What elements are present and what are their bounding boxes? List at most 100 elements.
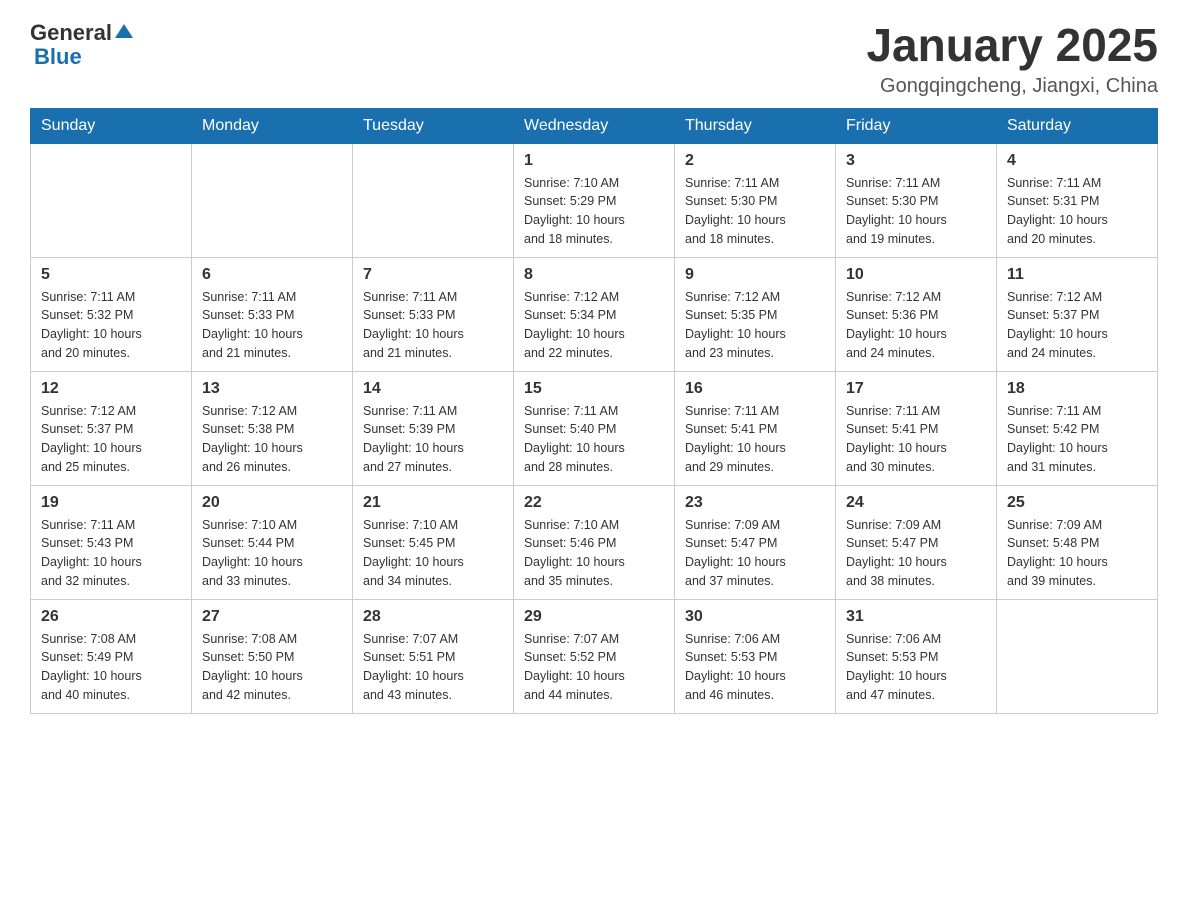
calendar-table: SundayMondayTuesdayWednesdayThursdayFrid… bbox=[30, 108, 1158, 714]
cell-info-text: Sunrise: 7:12 AM Sunset: 5:37 PM Dayligh… bbox=[41, 402, 181, 477]
calendar-cell bbox=[31, 143, 192, 257]
week-row-3: 12 Sunrise: 7:12 AM Sunset: 5:37 PM Dayli… bbox=[31, 371, 1158, 485]
cell-info-text: Sunrise: 7:11 AM Sunset: 5:43 PM Dayligh… bbox=[41, 516, 181, 591]
calendar-cell: 16Sunrise: 7:11 AM Sunset: 5:41 PM Dayli… bbox=[675, 371, 836, 485]
cell-date-number: 5 bbox=[41, 266, 181, 284]
cell-info-text: Sunrise: 7:11 AM Sunset: 5:31 PM Dayligh… bbox=[1007, 174, 1147, 249]
cell-info-text: Sunrise: 7:12 AM Sunset: 5:35 PM Dayligh… bbox=[685, 288, 825, 363]
calendar-cell: 17Sunrise: 7:11 AM Sunset: 5:41 PM Dayli… bbox=[836, 371, 997, 485]
logo: General Blue bbox=[30, 20, 133, 70]
cell-date-number: 30 bbox=[685, 608, 825, 626]
page-title: January 2025 bbox=[866, 20, 1158, 71]
day-header-saturday: Saturday bbox=[997, 108, 1158, 143]
cell-date-number: 29 bbox=[524, 608, 664, 626]
cell-info-text: Sunrise: 7:11 AM Sunset: 5:30 PM Dayligh… bbox=[846, 174, 986, 249]
logo-triangle-icon bbox=[115, 24, 133, 38]
calendar-cell: 27Sunrise: 7:08 AM Sunset: 5:50 PM Dayli… bbox=[192, 599, 353, 713]
calendar-cell: 24 Sunrise: 7:09 AM Sunset: 5:47 PM Dayli… bbox=[836, 485, 997, 599]
calendar-cell: 9Sunrise: 7:12 AM Sunset: 5:35 PM Daylig… bbox=[675, 257, 836, 371]
cell-date-number: 11 bbox=[1007, 266, 1147, 284]
cell-info-text: Sunrise: 7:06 AM Sunset: 5:53 PM Dayligh… bbox=[846, 630, 986, 705]
calendar-cell: 19 Sunrise: 7:11 AM Sunset: 5:43 PM Dayli… bbox=[31, 485, 192, 599]
calendar-cell: 18 Sunrise: 7:11 AM Sunset: 5:42 PM Dayli… bbox=[997, 371, 1158, 485]
cell-info-text: Sunrise: 7:11 AM Sunset: 5:42 PM Dayligh… bbox=[1007, 402, 1147, 477]
cell-date-number: 3 bbox=[846, 152, 986, 170]
cell-date-number: 18 bbox=[1007, 380, 1147, 398]
calendar-cell: 25Sunrise: 7:09 AM Sunset: 5:48 PM Dayli… bbox=[997, 485, 1158, 599]
calendar-cell: 8Sunrise: 7:12 AM Sunset: 5:34 PM Daylig… bbox=[514, 257, 675, 371]
calendar-cell: 12 Sunrise: 7:12 AM Sunset: 5:37 PM Dayli… bbox=[31, 371, 192, 485]
page-subtitle: Gongqingcheng, Jiangxi, China bbox=[866, 75, 1158, 98]
calendar-cell: 28 Sunrise: 7:07 AM Sunset: 5:51 PM Dayli… bbox=[353, 599, 514, 713]
cell-date-number: 20 bbox=[202, 494, 342, 512]
cell-date-number: 27 bbox=[202, 608, 342, 626]
cell-date-number: 31 bbox=[846, 608, 986, 626]
cell-info-text: Sunrise: 7:11 AM Sunset: 5:39 PM Dayligh… bbox=[363, 402, 503, 477]
cell-info-text: Sunrise: 7:06 AM Sunset: 5:53 PM Dayligh… bbox=[685, 630, 825, 705]
cell-date-number: 10 bbox=[846, 266, 986, 284]
cell-info-text: Sunrise: 7:10 AM Sunset: 5:29 PM Dayligh… bbox=[524, 174, 664, 249]
cell-info-text: Sunrise: 7:09 AM Sunset: 5:47 PM Dayligh… bbox=[685, 516, 825, 591]
cell-date-number: 1 bbox=[524, 152, 664, 170]
calendar-cell: 22 Sunrise: 7:10 AM Sunset: 5:46 PM Dayli… bbox=[514, 485, 675, 599]
page-header: General Blue January 2025 Gongqingcheng,… bbox=[30, 20, 1158, 98]
cell-date-number: 2 bbox=[685, 152, 825, 170]
calendar-cell: 15Sunrise: 7:11 AM Sunset: 5:40 PM Dayli… bbox=[514, 371, 675, 485]
week-row-4: 19 Sunrise: 7:11 AM Sunset: 5:43 PM Dayli… bbox=[31, 485, 1158, 599]
cell-date-number: 22 bbox=[524, 494, 664, 512]
calendar-cell: 26Sunrise: 7:08 AM Sunset: 5:49 PM Dayli… bbox=[31, 599, 192, 713]
calendar-cell: 2Sunrise: 7:11 AM Sunset: 5:30 PM Daylig… bbox=[675, 143, 836, 257]
calendar-cell bbox=[192, 143, 353, 257]
calendar-cell: 13Sunrise: 7:12 AM Sunset: 5:38 PM Dayli… bbox=[192, 371, 353, 485]
cell-date-number: 23 bbox=[685, 494, 825, 512]
calendar-cell: 6 Sunrise: 7:11 AM Sunset: 5:33 PM Daylig… bbox=[192, 257, 353, 371]
day-header-friday: Friday bbox=[836, 108, 997, 143]
cell-info-text: Sunrise: 7:11 AM Sunset: 5:41 PM Dayligh… bbox=[846, 402, 986, 477]
calendar-cell: 7Sunrise: 7:11 AM Sunset: 5:33 PM Daylig… bbox=[353, 257, 514, 371]
cell-info-text: Sunrise: 7:07 AM Sunset: 5:51 PM Dayligh… bbox=[363, 630, 503, 705]
calendar-cell bbox=[353, 143, 514, 257]
day-header-monday: Monday bbox=[192, 108, 353, 143]
cell-info-text: Sunrise: 7:11 AM Sunset: 5:41 PM Dayligh… bbox=[685, 402, 825, 477]
calendar-cell: 31 Sunrise: 7:06 AM Sunset: 5:53 PM Dayli… bbox=[836, 599, 997, 713]
cell-date-number: 15 bbox=[524, 380, 664, 398]
cell-info-text: Sunrise: 7:10 AM Sunset: 5:44 PM Dayligh… bbox=[202, 516, 342, 591]
day-header-sunday: Sunday bbox=[31, 108, 192, 143]
week-row-2: 5Sunrise: 7:11 AM Sunset: 5:32 PM Daylig… bbox=[31, 257, 1158, 371]
week-row-5: 26Sunrise: 7:08 AM Sunset: 5:49 PM Dayli… bbox=[31, 599, 1158, 713]
cell-info-text: Sunrise: 7:11 AM Sunset: 5:33 PM Dayligh… bbox=[202, 288, 342, 363]
calendar-cell: 23 Sunrise: 7:09 AM Sunset: 5:47 PM Dayli… bbox=[675, 485, 836, 599]
calendar-cell: 5Sunrise: 7:11 AM Sunset: 5:32 PM Daylig… bbox=[31, 257, 192, 371]
logo-general-text: General bbox=[30, 20, 112, 46]
cell-date-number: 21 bbox=[363, 494, 503, 512]
week-row-1: 1 Sunrise: 7:10 AM Sunset: 5:29 PM Daylig… bbox=[31, 143, 1158, 257]
cell-info-text: Sunrise: 7:12 AM Sunset: 5:36 PM Dayligh… bbox=[846, 288, 986, 363]
cell-info-text: Sunrise: 7:10 AM Sunset: 5:45 PM Dayligh… bbox=[363, 516, 503, 591]
calendar-cell: 3 Sunrise: 7:11 AM Sunset: 5:30 PM Daylig… bbox=[836, 143, 997, 257]
calendar-cell: 10 Sunrise: 7:12 AM Sunset: 5:36 PM Dayli… bbox=[836, 257, 997, 371]
cell-date-number: 24 bbox=[846, 494, 986, 512]
calendar-cell: 4Sunrise: 7:11 AM Sunset: 5:31 PM Daylig… bbox=[997, 143, 1158, 257]
cell-date-number: 13 bbox=[202, 380, 342, 398]
calendar-cell: 21 Sunrise: 7:10 AM Sunset: 5:45 PM Dayli… bbox=[353, 485, 514, 599]
calendar-cell bbox=[997, 599, 1158, 713]
cell-info-text: Sunrise: 7:11 AM Sunset: 5:33 PM Dayligh… bbox=[363, 288, 503, 363]
day-header-wednesday: Wednesday bbox=[514, 108, 675, 143]
cell-info-text: Sunrise: 7:09 AM Sunset: 5:47 PM Dayligh… bbox=[846, 516, 986, 591]
title-block: January 2025 Gongqingcheng, Jiangxi, Chi… bbox=[866, 20, 1158, 98]
calendar-cell: 30 Sunrise: 7:06 AM Sunset: 5:53 PM Dayli… bbox=[675, 599, 836, 713]
calendar-cell: 29Sunrise: 7:07 AM Sunset: 5:52 PM Dayli… bbox=[514, 599, 675, 713]
cell-date-number: 6 bbox=[202, 266, 342, 284]
cell-date-number: 19 bbox=[41, 494, 181, 512]
cell-date-number: 28 bbox=[363, 608, 503, 626]
cell-date-number: 14 bbox=[363, 380, 503, 398]
cell-date-number: 8 bbox=[524, 266, 664, 284]
day-header-thursday: Thursday bbox=[675, 108, 836, 143]
cell-info-text: Sunrise: 7:10 AM Sunset: 5:46 PM Dayligh… bbox=[524, 516, 664, 591]
cell-info-text: Sunrise: 7:12 AM Sunset: 5:37 PM Dayligh… bbox=[1007, 288, 1147, 363]
calendar-cell: 20 Sunrise: 7:10 AM Sunset: 5:44 PM Dayli… bbox=[192, 485, 353, 599]
calendar-cell: 1 Sunrise: 7:10 AM Sunset: 5:29 PM Daylig… bbox=[514, 143, 675, 257]
cell-date-number: 12 bbox=[41, 380, 181, 398]
logo-blue-text: Blue bbox=[34, 44, 82, 70]
day-header-tuesday: Tuesday bbox=[353, 108, 514, 143]
